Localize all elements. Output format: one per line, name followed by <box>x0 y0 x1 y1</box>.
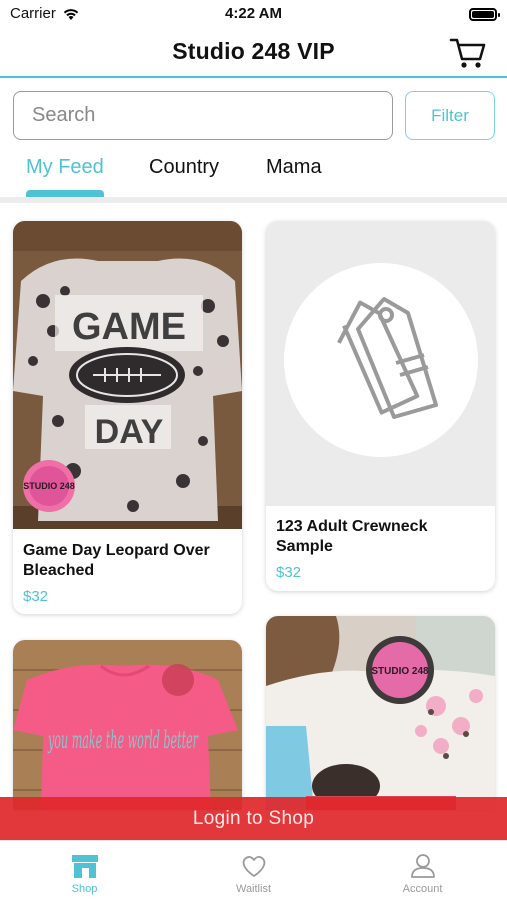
tabs-divider <box>0 197 507 203</box>
product-card[interactable]: 123 Adult Crewneck Sample $32 <box>266 221 495 591</box>
tab-bar-shop[interactable]: Shop <box>0 841 169 900</box>
search-placeholder: Search <box>32 104 96 126</box>
svg-text:GAME: GAME <box>72 306 186 348</box>
status-bar: Carrier 4:22 AM <box>0 0 507 30</box>
bottom-tab-bar: Shop Waitlist Account <box>0 840 507 900</box>
filter-button[interactable]: Filter <box>405 91 495 140</box>
tab-my-feed[interactable]: My Feed <box>26 156 104 179</box>
login-to-shop-button[interactable]: Login to Shop <box>0 797 507 840</box>
tab-bar-account[interactable]: Account <box>338 841 507 900</box>
price-tag-placeholder-icon <box>284 263 478 457</box>
product-price: $32 <box>23 588 49 605</box>
tab-bar-label: Shop <box>71 883 98 895</box>
tab-bar-label: Account <box>402 883 443 895</box>
page-title: Studio 248 VIP <box>172 38 335 64</box>
product-image: STUDIO 248 <box>266 616 495 810</box>
feed-tabs: My Feed Country Mama <box>0 148 507 200</box>
product-name: 123 Adult Crewneck Sample <box>276 518 428 555</box>
tab-bar-waitlist[interactable]: Waitlist <box>169 841 338 900</box>
product-card[interactable]: you make the world better <box>13 640 242 810</box>
nav-bar: Studio 248 VIP <box>0 28 507 78</box>
search-input[interactable]: Search <box>13 91 393 140</box>
product-image: you make the world better <box>13 640 242 810</box>
status-time: 4:22 AM <box>225 5 282 22</box>
svg-text:DAY: DAY <box>95 413 164 451</box>
product-image: STUDIO 248 GAME DAY <box>13 221 242 529</box>
shirt-print-text: you make the world better <box>48 726 199 754</box>
product-badge-text: STUDIO 248 <box>23 481 75 491</box>
product-name: Game Day Leopard Over Bleached <box>23 542 210 579</box>
product-card[interactable]: STUDIO 248 GAME DAY Game Day Leopard Ove… <box>13 221 242 614</box>
tab-mama[interactable]: Mama <box>266 156 322 179</box>
cart-icon[interactable] <box>449 34 487 72</box>
product-card[interactable]: STUDIO 248 <box>266 616 495 810</box>
product-badge-text: STUDIO 248 <box>371 666 429 677</box>
heart-icon <box>242 856 265 877</box>
shop-icon <box>71 855 98 878</box>
account-icon <box>410 854 435 878</box>
tab-bar-label: Waitlist <box>235 883 272 895</box>
product-price: $32 <box>276 564 302 581</box>
battery-icon <box>469 8 500 21</box>
tab-country[interactable]: Country <box>149 156 219 179</box>
